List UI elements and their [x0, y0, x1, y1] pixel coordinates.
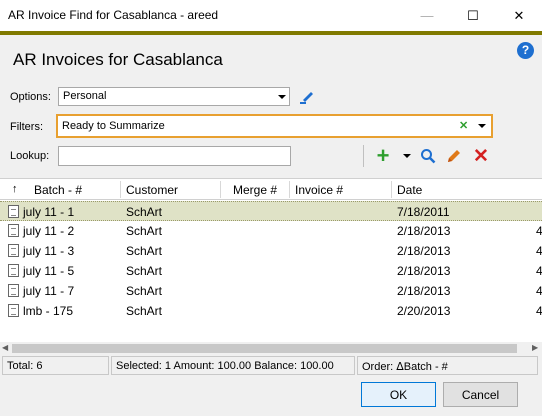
- close-icon: ✕: [513, 7, 525, 23]
- ok-button[interactable]: OK: [361, 382, 436, 407]
- horizontal-scrollbar[interactable]: ◀ ▶: [0, 342, 542, 355]
- cell-overflow: 4: [536, 284, 542, 298]
- maximize-icon: ☐: [467, 7, 479, 23]
- pencil-icon[interactable]: [444, 146, 464, 166]
- invoice-grid: july 11 - 1 SchArt 7/18/2011 july 11 - 2…: [0, 200, 542, 342]
- cell-batch: july 11 - 5: [23, 264, 75, 278]
- scroll-right-icon[interactable]: ▶: [532, 343, 538, 352]
- search-icon[interactable]: [418, 146, 438, 166]
- options-value: Personal: [63, 90, 107, 102]
- cell-overflow: 4: [536, 264, 542, 278]
- cell-customer: SchArt: [126, 284, 163, 298]
- close-button[interactable]: ✕: [496, 0, 542, 31]
- scroll-left-icon[interactable]: ◀: [2, 343, 8, 352]
- cell-batch: july 11 - 2: [23, 224, 75, 238]
- cell-date: 2/18/2013: [397, 264, 451, 278]
- cancel-button[interactable]: Cancel: [443, 382, 518, 407]
- document-icon: [8, 264, 19, 277]
- sort-ascending-icon: ↑: [12, 183, 18, 195]
- scrollbar-thumb[interactable]: [12, 344, 517, 353]
- filters-label: Filters:: [10, 121, 43, 133]
- document-icon: [8, 304, 19, 317]
- add-dropdown-icon[interactable]: [400, 148, 414, 164]
- column-divider[interactable]: [391, 181, 392, 198]
- status-total: Total: 6: [2, 356, 109, 375]
- cell-batch: july 11 - 3: [23, 244, 75, 258]
- document-icon: [8, 284, 19, 297]
- table-row[interactable]: july 11 - 1 SchArt 7/18/2011: [0, 201, 542, 221]
- column-header-merge[interactable]: Merge #: [233, 183, 277, 197]
- cell-batch: july 11 - 7: [23, 284, 75, 298]
- cell-overflow: 4: [536, 224, 542, 238]
- cell-date: 7/18/2011: [397, 205, 450, 219]
- column-header-customer[interactable]: Customer: [126, 183, 178, 197]
- column-header-invoice[interactable]: Invoice #: [295, 183, 343, 197]
- status-bar: Total: 6 Selected: 1 Amount: 100.00 Bala…: [0, 356, 542, 375]
- delete-icon[interactable]: ✕: [470, 145, 492, 167]
- add-icon[interactable]: +: [372, 143, 394, 168]
- cell-batch: lmb - 175: [23, 304, 74, 318]
- cell-customer: SchArt: [126, 304, 163, 318]
- cell-batch: july 11 - 1: [23, 205, 75, 219]
- column-divider[interactable]: [120, 181, 121, 198]
- cell-overflow: 4: [536, 304, 542, 318]
- column-header-batch[interactable]: Batch - #: [34, 183, 82, 197]
- cell-customer: SchArt: [126, 224, 163, 238]
- cell-customer: SchArt: [126, 264, 163, 278]
- maximize-button[interactable]: ☐: [450, 0, 496, 31]
- options-label: Options:: [10, 91, 51, 103]
- cell-overflow: 4: [536, 244, 542, 258]
- table-row[interactable]: july 11 - 3 SchArt 2/18/2013 4: [0, 241, 542, 261]
- window-title: AR Invoice Find for Casablanca - areed: [8, 8, 219, 22]
- page-title: AR Invoices for Casablanca: [13, 50, 223, 69]
- toolbar-divider: [363, 145, 364, 167]
- options-select[interactable]: Personal: [58, 87, 290, 106]
- document-icon: [8, 205, 19, 218]
- edit-options-icon[interactable]: [297, 87, 317, 107]
- column-divider[interactable]: [220, 181, 221, 198]
- grid-header: ↑ Batch - # Customer Merge # Invoice # D…: [0, 178, 542, 200]
- cell-date: 2/20/2013: [397, 304, 451, 318]
- status-order: Order: ᐃBatch - #: [357, 356, 538, 375]
- help-icon[interactable]: ?: [517, 42, 534, 59]
- cell-customer: SchArt: [126, 244, 163, 258]
- clear-filter-icon[interactable]: ✕: [459, 119, 468, 132]
- table-row[interactable]: july 11 - 7 SchArt 2/18/2013 4: [0, 281, 542, 301]
- chevron-down-icon: [278, 95, 286, 99]
- column-divider[interactable]: [289, 181, 290, 198]
- title-bar: AR Invoice Find for Casablanca - areed —…: [0, 0, 542, 31]
- lookup-input[interactable]: [58, 146, 291, 166]
- cell-date: 2/18/2013: [397, 224, 451, 238]
- table-row[interactable]: july 11 - 2 SchArt 2/18/2013 4: [0, 221, 542, 241]
- chevron-down-icon[interactable]: [478, 124, 486, 128]
- table-row[interactable]: lmb - 175 SchArt 2/20/2013 4: [0, 301, 542, 321]
- cell-date: 2/18/2013: [397, 244, 451, 258]
- document-icon: [8, 244, 19, 257]
- minimize-button[interactable]: —: [404, 0, 450, 31]
- filters-select[interactable]: Ready to Summarize ✕: [56, 114, 493, 138]
- column-header-date[interactable]: Date: [397, 183, 422, 197]
- table-row[interactable]: july 11 - 5 SchArt 2/18/2013 4: [0, 261, 542, 281]
- cell-customer: SchArt: [126, 205, 163, 219]
- document-icon: [8, 224, 19, 237]
- cell-date: 2/18/2013: [397, 284, 451, 298]
- status-selection: Selected: 1 Amount: 100.00 Balance: 100.…: [111, 356, 355, 375]
- filters-value: Ready to Summarize: [62, 120, 165, 132]
- lookup-label: Lookup:: [10, 150, 50, 162]
- minimize-icon: —: [420, 8, 434, 23]
